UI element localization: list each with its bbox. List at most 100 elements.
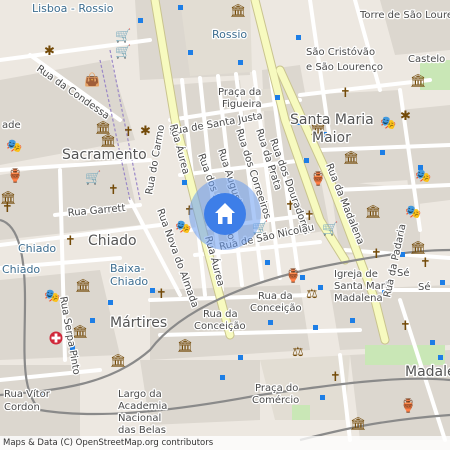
bus-stop-icon: [188, 50, 193, 55]
justice-icon: ⚖: [292, 345, 304, 360]
museum-icon: 🏛: [410, 240, 427, 256]
label-santa-maria-1: Santa Maria: [290, 112, 374, 128]
monument-icon: 🏺: [310, 171, 326, 187]
church-cross-icon: ✝: [2, 201, 13, 216]
bus-stop-icon: [220, 375, 225, 380]
theatre-icon: 🎭: [6, 139, 22, 154]
theatre-icon: 🎭: [405, 205, 421, 220]
label-igreja-1: Igreja de: [334, 269, 378, 280]
label-chiado-2: Chiado: [2, 263, 40, 276]
attraction-icon: ✱: [140, 124, 151, 139]
museum-icon: 🏛: [75, 278, 92, 294]
label-largo-academia-3: Nacional: [118, 413, 161, 424]
location-marker[interactable]: [189, 178, 261, 250]
label-rua-conceicao-1b: Conceição: [250, 303, 302, 314]
label-chiado-district: Chiado: [88, 233, 137, 249]
bus-stop-icon: [90, 318, 95, 323]
label-rua-conceicao-2a: Rua da: [203, 309, 238, 320]
map-attribution: Maps & Data (C) OpenStreetMap.org contri…: [0, 436, 450, 450]
bus-stop-icon: [380, 150, 385, 155]
museum-icon: 🏛: [365, 204, 382, 220]
label-se-2: Sé: [418, 281, 431, 293]
map-canvas[interactable]: 🏛 🏛 🏛 🏛 🏛 🏛 🏛 🏛 🏛 🏛 🏛 🏛 🏛 ✝ ✝ ✝ ✝ ✝ ✝ ✝ …: [0, 0, 450, 450]
label-rua-vitor-cordon-1: Rua Vítor: [4, 388, 51, 400]
bus-stop-icon: [304, 158, 309, 163]
church-cross-icon: ✝: [123, 125, 134, 140]
church-cross-icon: ✝: [330, 370, 341, 385]
church-cross-icon: ✝: [400, 319, 411, 334]
bus-stop-icon: [178, 5, 183, 10]
label-chiado-1: Chiado: [18, 242, 56, 255]
bus-stop-icon: [182, 180, 187, 185]
church-cross-icon: ✝: [371, 247, 382, 262]
museum-icon: 🏛: [410, 73, 427, 89]
attraction-icon: ✱: [400, 109, 411, 124]
label-largo-academia-1: Largo da: [118, 389, 162, 400]
bus-stop-icon: [318, 285, 323, 290]
church-cross-icon: ✝: [108, 183, 119, 198]
label-rua-conceicao-1a: Rua da: [258, 291, 293, 302]
bus-stop-icon: [265, 260, 270, 265]
label-castelo: Castelo: [408, 54, 445, 65]
attraction-icon: ✱: [44, 44, 55, 59]
church-cross-icon: ✝: [65, 234, 76, 249]
monument-icon: 🏺: [285, 268, 301, 284]
theatre-icon: 🎭: [175, 220, 191, 235]
bus-stop-icon: [430, 340, 435, 345]
bus-stop-icon: [138, 18, 143, 23]
theatre-icon: 🎭: [415, 169, 431, 184]
label-baixa-chiado-1: Baixa-: [110, 262, 145, 275]
museum-icon: 🏛: [110, 353, 127, 369]
theatre-icon: 🎭: [380, 116, 396, 131]
label-praca-figueira-1: Praça da: [218, 87, 261, 98]
label-ade: ade: [2, 120, 21, 131]
label-rossio: Rossio: [212, 28, 247, 41]
monument-icon: 🏺: [400, 398, 416, 414]
label-largo-academia-2: Academia: [118, 401, 167, 412]
bus-stop-icon: [275, 95, 280, 100]
bus-stop-icon: [268, 320, 273, 325]
label-sao-cristovao-2: e São Lourenço: [306, 62, 383, 73]
bus-stop-icon: [150, 288, 155, 293]
church-cross-icon: ✝: [420, 256, 431, 271]
label-praca-figueira-2: Figueira: [222, 99, 262, 110]
label-torre-sao-lourenco: Torre de São Lourenço: [359, 10, 450, 21]
museum-icon: 🏛: [230, 3, 247, 19]
label-praca-comercio-2: Comércio: [252, 394, 299, 406]
bus-stop-icon: [238, 355, 243, 360]
bus-stop-icon: [438, 355, 443, 360]
label-baixa-chiado-2: Chiado: [110, 275, 148, 288]
label-rua-conceicao-2b: Conceição: [194, 321, 246, 332]
bus-stop-icon: [350, 318, 355, 323]
bus-stop-icon: [440, 280, 445, 285]
bus-stop-icon: [108, 300, 113, 305]
label-sacramento: Sacramento: [62, 147, 147, 163]
label-lisboa-rossio: Lisboa - Rossio: [32, 2, 114, 15]
church-cross-icon: ✝: [156, 287, 167, 302]
label-rua-vitor-cordon-2: Cordon: [4, 402, 40, 413]
label-praca-comercio-1: Praça do: [255, 383, 298, 394]
museum-icon: 🏛: [343, 150, 360, 166]
label-martires: Mártires: [110, 315, 167, 331]
shopping-cart-icon: 🛒: [322, 221, 338, 237]
label-santa-maria-2: Maior: [312, 130, 351, 146]
label-madalena: Madalena: [405, 364, 450, 380]
shopping-cart-icon: 🛒: [115, 28, 131, 44]
bus-stop-icon: [296, 35, 301, 40]
church-cross-icon: ✝: [340, 86, 351, 101]
justice-icon: ⚖: [306, 287, 318, 302]
label-sao-cristovao-1: São Cristóvão: [306, 46, 375, 58]
bus-stop-icon: [313, 325, 318, 330]
museum-icon: 🏛: [350, 416, 367, 432]
bus-stop-icon: [320, 395, 325, 400]
monument-icon: 🏺: [7, 168, 23, 184]
label-se-1: Sé: [397, 267, 410, 279]
bag-icon: 👜: [84, 72, 100, 88]
label-largo-academia-3b: das Belas: [118, 425, 166, 436]
shopping-cart-icon: 🛒: [85, 170, 101, 186]
hospital-icon: [49, 331, 63, 345]
shopping-cart-icon: 🛒: [115, 44, 131, 60]
label-igreja-3: Madalena: [334, 293, 383, 304]
bus-stop-icon: [238, 60, 243, 65]
museum-icon: 🏛: [177, 338, 194, 354]
